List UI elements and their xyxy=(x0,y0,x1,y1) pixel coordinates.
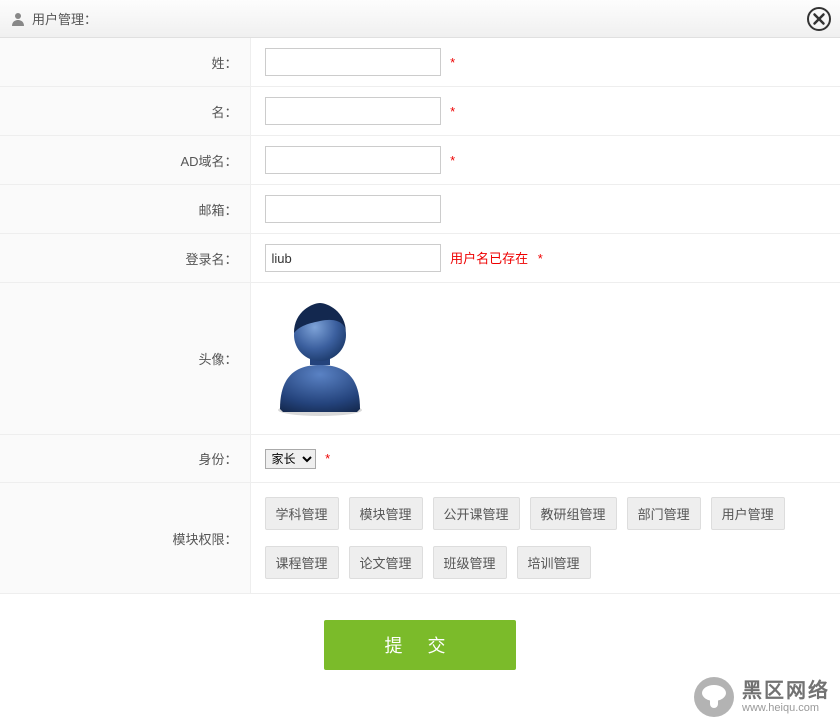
required-star: * xyxy=(450,55,455,70)
perm-chip[interactable]: 课程管理 xyxy=(265,546,339,579)
perm-chip[interactable]: 模块管理 xyxy=(349,497,423,530)
perm-chip[interactable]: 论文管理 xyxy=(349,546,423,579)
ad-domain-input[interactable] xyxy=(265,146,441,174)
surname-input[interactable] xyxy=(265,48,441,76)
perm-chip[interactable]: 用户管理 xyxy=(711,497,785,530)
label-given-name: 名： xyxy=(0,87,250,136)
required-star: * xyxy=(538,251,543,266)
watermark-en: www.heiqu.com xyxy=(742,702,830,714)
label-login: 登录名： xyxy=(0,234,250,283)
row-email: 邮箱： xyxy=(0,185,840,234)
required-star: * xyxy=(450,104,455,119)
mushroom-icon xyxy=(694,677,734,717)
label-ad-domain: AD域名： xyxy=(0,136,250,185)
row-ad-domain: AD域名： * xyxy=(0,136,840,185)
label-email: 邮箱： xyxy=(0,185,250,234)
perm-chip[interactable]: 班级管理 xyxy=(433,546,507,579)
perm-row-2: 课程管理 论文管理 班级管理 培训管理 xyxy=(265,542,827,583)
row-role: 身份： 家长 * xyxy=(0,435,840,483)
row-given-name: 名： * xyxy=(0,87,840,136)
avatar-image[interactable] xyxy=(265,293,827,424)
row-login: 登录名： 用户名已存在 * xyxy=(0,234,840,283)
label-permissions: 模块权限： xyxy=(0,483,250,594)
perm-chip[interactable]: 公开课管理 xyxy=(433,497,520,530)
row-avatar: 头像： xyxy=(0,283,840,435)
submit-button[interactable]: 提 交 xyxy=(324,620,515,670)
role-select[interactable]: 家长 xyxy=(265,449,316,469)
user-form: 姓： * 名： * AD域名： * 邮箱： 登录名： 用户名已存在 * xyxy=(0,38,840,594)
close-button[interactable] xyxy=(806,6,832,32)
login-input[interactable] xyxy=(265,244,441,272)
label-surname: 姓： xyxy=(0,38,250,87)
perm-row-1: 学科管理 模块管理 公开课管理 教研组管理 部门管理 用户管理 xyxy=(265,493,827,534)
watermark-cn: 黑区网络 xyxy=(742,680,830,702)
perm-chip[interactable]: 教研组管理 xyxy=(530,497,617,530)
row-permissions: 模块权限： 学科管理 模块管理 公开课管理 教研组管理 部门管理 用户管理 课程… xyxy=(0,483,840,594)
required-star: * xyxy=(450,153,455,168)
perm-chip[interactable]: 培训管理 xyxy=(517,546,591,579)
perm-chip[interactable]: 学科管理 xyxy=(265,497,339,530)
row-surname: 姓： * xyxy=(0,38,840,87)
perm-chip[interactable]: 部门管理 xyxy=(627,497,701,530)
label-avatar: 头像： xyxy=(0,283,250,435)
login-error: 用户名已存在 xyxy=(450,251,528,266)
label-role: 身份： xyxy=(0,435,250,483)
watermark: 黑区网络 www.heiqu.com xyxy=(694,677,830,717)
required-star: * xyxy=(325,451,330,466)
dialog-header: 用户管理： xyxy=(0,0,840,38)
dialog-title: 用户管理： xyxy=(32,9,97,28)
email-input[interactable] xyxy=(265,195,441,223)
user-icon xyxy=(10,11,26,27)
given-name-input[interactable] xyxy=(265,97,441,125)
